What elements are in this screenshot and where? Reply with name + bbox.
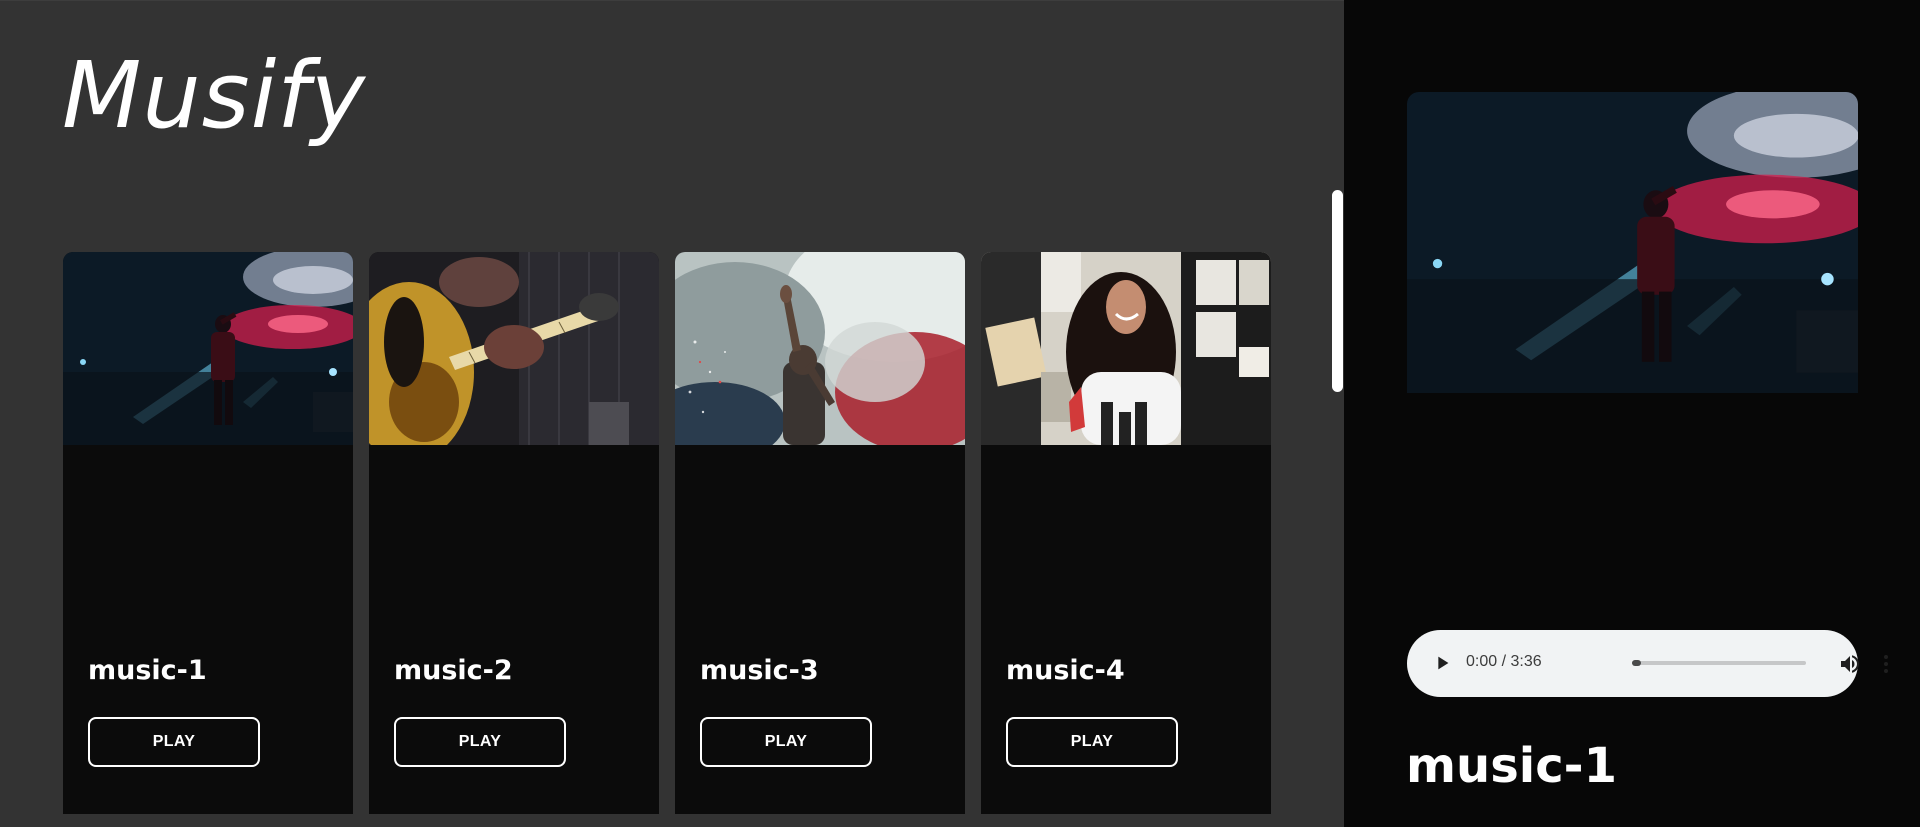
now-playing-cover xyxy=(1407,92,1858,393)
now-playing-title: music-1 xyxy=(1406,738,1617,794)
track-thumbnail xyxy=(369,252,659,445)
brand-logo: Musify xyxy=(62,42,367,149)
play-button[interactable]: PLAY xyxy=(1006,717,1178,767)
track-thumbnail xyxy=(675,252,965,445)
track-title: music-2 xyxy=(394,655,513,686)
track-thumbnail xyxy=(63,252,353,445)
audio-player: 0:00 / 3:36 xyxy=(1407,630,1888,697)
app: Musify music-1 PLAY music-2 PLAY music-3… xyxy=(0,0,1920,827)
play-button[interactable]: PLAY xyxy=(88,717,260,767)
audio-progress-knob[interactable] xyxy=(1632,660,1641,666)
now-playing-panel: 0:00 / 3:36 music-1 xyxy=(1344,0,1920,827)
play-button[interactable]: PLAY xyxy=(700,717,872,767)
volume-icon[interactable] xyxy=(1838,652,1862,676)
play-button[interactable]: PLAY xyxy=(394,717,566,767)
cover-image xyxy=(1407,92,1858,393)
audio-progress[interactable] xyxy=(1632,660,1806,666)
track-title: music-3 xyxy=(700,655,819,686)
track-thumbnail xyxy=(981,252,1271,445)
track-card: music-2 PLAY xyxy=(369,252,659,814)
track-title: music-4 xyxy=(1006,655,1125,686)
track-title: music-1 xyxy=(88,655,207,686)
track-card: music-3 PLAY xyxy=(675,252,965,814)
track-list: music-1 PLAY music-2 PLAY music-3 PLAY m… xyxy=(63,252,1271,814)
library-panel: Musify music-1 PLAY music-2 PLAY music-3… xyxy=(0,0,1344,827)
more-vert-icon[interactable] xyxy=(1874,652,1898,676)
scrollbar-thumb[interactable] xyxy=(1332,190,1343,392)
track-card: music-1 PLAY xyxy=(63,252,353,814)
play-icon[interactable] xyxy=(1431,652,1453,674)
audio-time: 0:00 / 3:36 xyxy=(1466,653,1542,670)
track-card: music-4 PLAY xyxy=(981,252,1271,814)
